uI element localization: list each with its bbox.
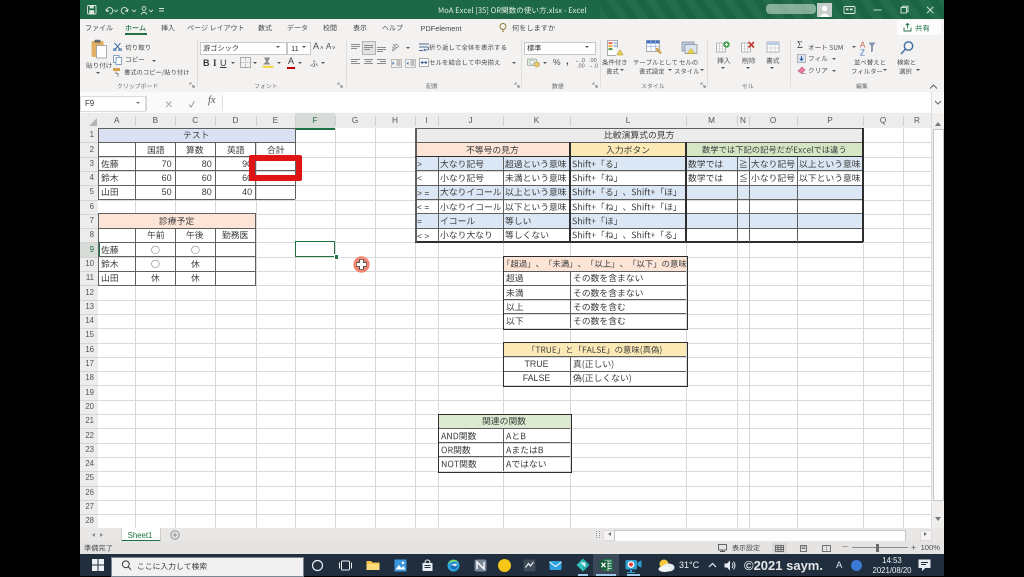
svg-text:.00: .00 (577, 64, 585, 69)
svg-text:→.0: →.0 (588, 64, 598, 69)
svg-text:ab: ab (392, 42, 401, 52)
svg-text:Z: Z (860, 49, 865, 57)
